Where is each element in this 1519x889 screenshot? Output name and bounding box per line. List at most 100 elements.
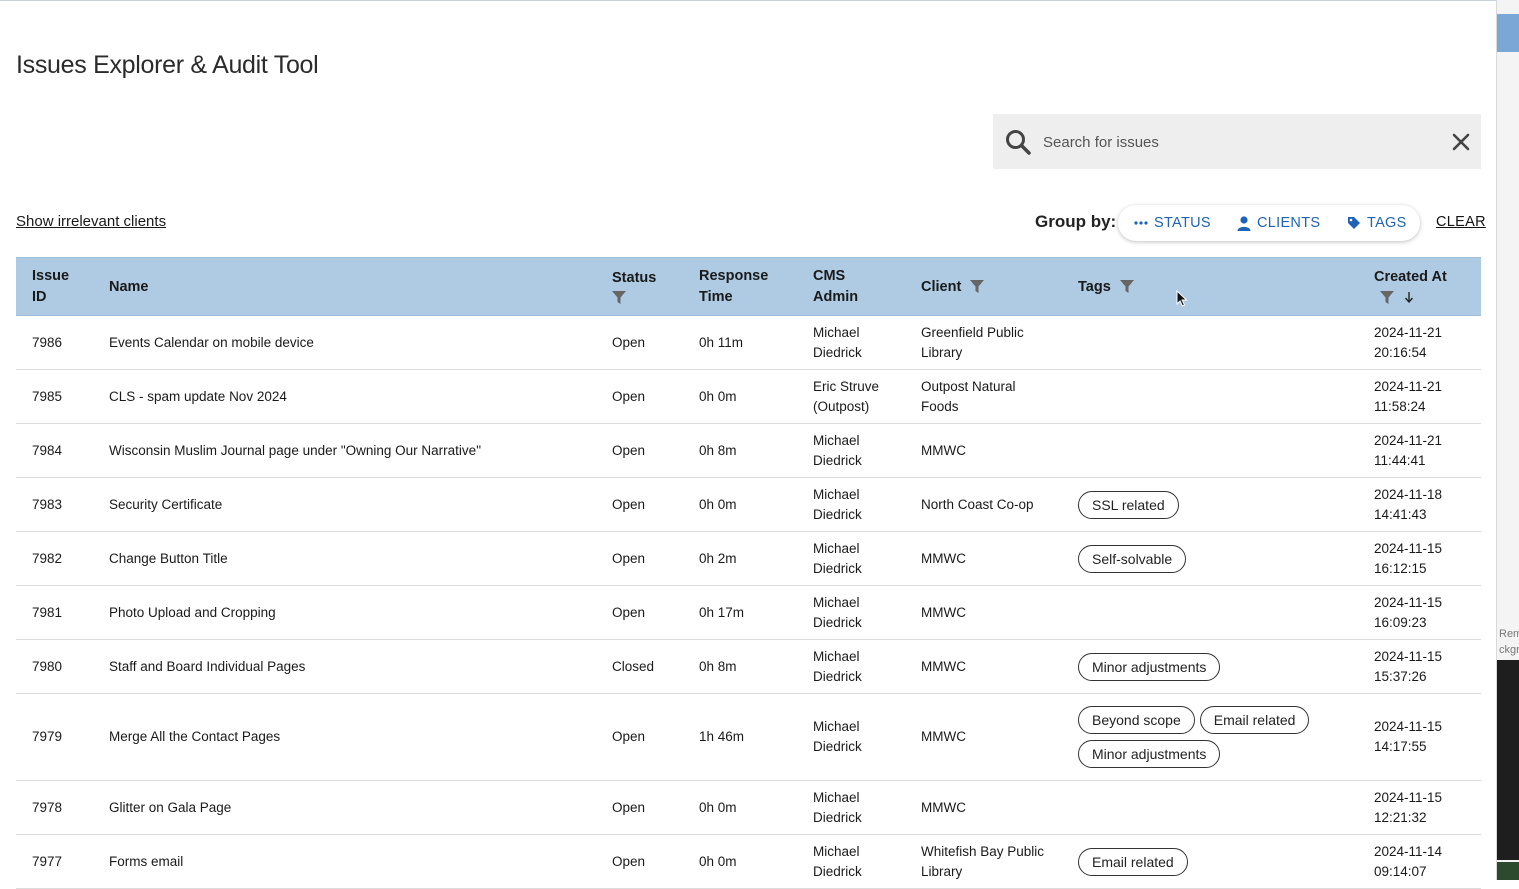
header-tags[interactable]: Tags bbox=[1062, 257, 1374, 316]
table-row[interactable]: 7984 Wisconsin Muslim Journal page under … bbox=[16, 423, 1481, 478]
table-row[interactable]: 7977 Forms email Open 0h 0m Michael Diedrick W… bbox=[16, 834, 1481, 889]
cell-created-at: 2024-11-21 20:16:54 bbox=[1374, 315, 1481, 370]
filter-icon[interactable] bbox=[1380, 290, 1394, 304]
tag-chip[interactable]: Beyond scope bbox=[1078, 706, 1195, 734]
filter-icon[interactable] bbox=[970, 280, 985, 294]
cell-response-time: 0h 0m bbox=[683, 369, 797, 424]
cell-issue-id: 7980 bbox=[16, 639, 93, 694]
header-status-label: Status bbox=[612, 270, 657, 287]
table-row[interactable]: 7985 CLS - spam update Nov 2024 Open 0h 0m E… bbox=[16, 369, 1481, 424]
cell-client-line2: Library bbox=[921, 344, 963, 360]
header-response-time[interactable]: Response Time bbox=[683, 257, 797, 316]
close-icon[interactable] bbox=[1451, 132, 1471, 152]
header-cms-admin[interactable]: CMS Admin bbox=[797, 257, 905, 316]
cell-issue-id: 7979 bbox=[16, 693, 93, 781]
background-desktop bbox=[1497, 862, 1519, 880]
cell-response-time: 0h 0m bbox=[683, 780, 797, 835]
tag-chip[interactable]: SSL related bbox=[1078, 490, 1179, 519]
cell-status: Open bbox=[596, 780, 683, 835]
cell-created-at: 2024-11-15 14:17:55 bbox=[1374, 693, 1481, 781]
cell-cms-admin-line1: Michael bbox=[813, 719, 860, 734]
cell-status: Open bbox=[596, 531, 683, 586]
cell-client-line1: Greenfield Public bbox=[921, 324, 1024, 340]
cell-tags: Self-solvable bbox=[1062, 531, 1374, 586]
cell-cms-admin-line2: Diedrick bbox=[813, 739, 862, 754]
cell-tags: Beyond scope Email related Minor adjustmen… bbox=[1062, 693, 1374, 781]
table-row[interactable]: 7982 Change Button Title Open 0h 2m Michael D… bbox=[16, 531, 1481, 586]
tag-icon bbox=[1348, 217, 1360, 229]
cell-status: Open bbox=[596, 834, 683, 889]
show-irrelevant-clients-link[interactable]: Show irrelevant clients bbox=[16, 213, 166, 230]
cell-status: Open bbox=[596, 423, 683, 478]
header-client[interactable]: Client bbox=[905, 257, 1062, 316]
table-row[interactable]: 7978 Glitter on Gala Page Open 0h 0m Michael… bbox=[16, 780, 1481, 835]
search-input[interactable] bbox=[1041, 127, 1425, 157]
search-icon bbox=[1006, 130, 1031, 155]
table-row[interactable]: 7986 Events Calendar on mobile device Open… bbox=[16, 315, 1481, 370]
cell-tags bbox=[1062, 780, 1374, 835]
sort-descending-icon[interactable] bbox=[1404, 291, 1414, 304]
cell-name: Photo Upload and Cropping bbox=[93, 585, 596, 640]
header-name[interactable]: Name bbox=[93, 257, 596, 316]
cell-response-time: 0h 0m bbox=[683, 477, 797, 532]
cell-cms-admin-line2: Diedrick bbox=[813, 344, 862, 360]
group-by-toggle: STATUS CLIENTS TAGS bbox=[1118, 205, 1420, 241]
cell-client-line1: MMWC bbox=[921, 799, 966, 815]
cell-cms-admin: Michael Diedrick bbox=[797, 834, 905, 889]
header-tags-label: Tags bbox=[1078, 278, 1111, 295]
cell-status: Open bbox=[596, 477, 683, 532]
cell-status: Open bbox=[596, 315, 683, 370]
cell-client: MMWC bbox=[905, 693, 1062, 781]
filter-icon[interactable] bbox=[612, 290, 626, 304]
cell-name: Glitter on Gala Page bbox=[93, 780, 596, 835]
app-window: Issues Explorer & Audit Tool Show irrele… bbox=[0, 0, 1496, 889]
tag-chip[interactable]: Minor adjustments bbox=[1078, 652, 1221, 681]
page-title: Issues Explorer & Audit Tool bbox=[16, 51, 319, 79]
table-row[interactable]: 7983 Security Certificate Open 0h 0m Michael… bbox=[16, 477, 1481, 532]
filter-icon[interactable] bbox=[1119, 280, 1134, 294]
cell-tags: Minor adjustments bbox=[1062, 639, 1374, 694]
cell-created-at-line1: 2024-11-15 bbox=[1374, 594, 1443, 610]
cell-cms-admin-line2: Diedrick bbox=[813, 614, 862, 630]
cell-created-at-line1: 2024-11-15 bbox=[1374, 648, 1443, 664]
table-row[interactable]: 7980 Staff and Board Individual Pages Clos… bbox=[16, 639, 1481, 694]
group-by-tags-label: TAGS bbox=[1367, 215, 1407, 231]
group-by-label: Group by: bbox=[1035, 212, 1117, 231]
tag-chip[interactable]: Email related bbox=[1199, 706, 1310, 734]
cell-created-at-line2: 12:21:32 bbox=[1374, 809, 1427, 825]
cell-issue-id: 7978 bbox=[16, 780, 93, 835]
header-status[interactable]: Status bbox=[596, 257, 683, 316]
header-created-at-label: Created At bbox=[1374, 269, 1447, 285]
cell-cms-admin: Michael Diedrick bbox=[797, 315, 905, 370]
group-by-status-button[interactable]: STATUS bbox=[1134, 205, 1211, 241]
cell-client-line1: MMWC bbox=[921, 604, 966, 620]
table-row[interactable]: 7981 Photo Upload and Cropping Open 0h 17m M… bbox=[16, 585, 1481, 640]
clear-button[interactable]: CLEAR bbox=[1436, 214, 1486, 230]
tag-chip[interactable]: Self-solvable bbox=[1078, 544, 1187, 573]
person-icon bbox=[1237, 215, 1251, 231]
tag-chip[interactable]: Minor adjustments bbox=[1078, 740, 1221, 768]
group-by-clients-button[interactable]: CLIENTS bbox=[1237, 205, 1320, 241]
cell-created-at-line1: 2024-11-21 bbox=[1374, 378, 1443, 394]
header-issue-id[interactable]: Issue ID bbox=[16, 257, 93, 316]
cell-cms-admin-line1: Michael bbox=[813, 648, 860, 664]
cell-issue-id: 7977 bbox=[16, 834, 93, 889]
tag-chip[interactable]: Email related bbox=[1078, 847, 1188, 876]
cell-name: CLS - spam update Nov 2024 bbox=[93, 369, 596, 424]
cell-client: Greenfield Public Library bbox=[905, 315, 1062, 370]
cell-created-at: 2024-11-15 12:21:32 bbox=[1374, 780, 1481, 835]
cell-created-at-line1: 2024-11-15 bbox=[1374, 789, 1443, 805]
header-created-at[interactable]: Created At bbox=[1374, 257, 1481, 316]
cell-cms-admin-line2: Diedrick bbox=[813, 809, 862, 825]
cell-created-at-line1: 2024-11-21 bbox=[1374, 432, 1443, 448]
cell-created-at: 2024-11-15 16:09:23 bbox=[1374, 585, 1481, 640]
header-client-label: Client bbox=[921, 278, 962, 295]
cell-client: MMWC bbox=[905, 423, 1062, 478]
group-by-tags-button[interactable]: TAGS bbox=[1347, 205, 1407, 241]
cell-tags bbox=[1062, 315, 1374, 370]
background-text-line1: Remo bbox=[1499, 628, 1519, 640]
table-row[interactable]: 7979 Merge All the Contact Pages Open 1h 46… bbox=[16, 693, 1481, 781]
cell-created-at-line2: 14:17:55 bbox=[1374, 739, 1427, 754]
cell-response-time: 0h 0m bbox=[683, 834, 797, 889]
cell-client-line1: MMWC bbox=[921, 550, 966, 566]
